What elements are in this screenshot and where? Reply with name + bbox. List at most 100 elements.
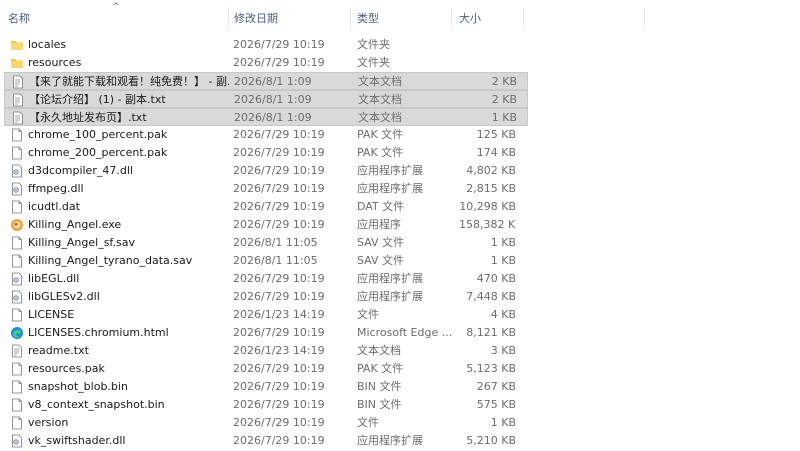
file-date: 2026/8/1 1:09 — [234, 75, 312, 88]
file-name: LICENSES.chromium.html — [28, 326, 169, 339]
file-size: 470 KB — [476, 272, 516, 285]
file-type: 应用程序扩展 — [357, 182, 423, 195]
column-header-date[interactable]: 修改日期 — [226, 0, 350, 36]
file-date: 2026/7/29 10:19 — [233, 416, 325, 429]
file-icon — [10, 398, 24, 412]
edge-icon — [10, 326, 24, 340]
file-type: PAK 文件 — [357, 128, 404, 141]
file-row[interactable]: resources.pak 2026/7/29 10:19 PAK 文件 5,123 … — [4, 360, 528, 378]
file-icon — [10, 362, 24, 376]
text-file-icon — [10, 344, 24, 358]
file-name: ffmpeg.dll — [28, 182, 84, 195]
file-type: 应用程序扩展 — [357, 290, 423, 303]
file-type: 文件夹 — [357, 56, 390, 69]
column-header-name[interactable]: 名称 — [0, 0, 228, 36]
file-date: 2026/7/29 10:19 — [233, 38, 325, 51]
file-type: BIN 文件 — [357, 398, 402, 411]
file-row[interactable]: 【来了就能下载和观看！纯免费！】 - 副... 2026/8/1 1:09 文本文档… — [4, 72, 528, 90]
column-header-bar: ^ 名称 修改日期 类型 大小 — [0, 0, 800, 36]
file-row[interactable]: LICENSES.chromium.html 2026/7/29 10:19 Mic… — [4, 324, 528, 342]
file-size: 125 KB — [476, 128, 516, 141]
file-type: 文本文档 — [358, 111, 402, 124]
file-name: v8_context_snapshot.bin — [28, 398, 165, 411]
file-row[interactable]: vk_swiftshader.dll 2026/7/29 10:19 应用程序扩展 5… — [4, 432, 528, 450]
dll-icon — [10, 290, 24, 304]
file-name: locales — [28, 38, 67, 51]
file-row[interactable]: Killing_Angel_sf.sav 2026/8/1 11:05 SAV 文件… — [4, 234, 528, 252]
file-name: resources — [28, 56, 82, 69]
file-type: 文本文档 — [358, 75, 402, 88]
column-divider[interactable] — [523, 8, 524, 30]
file-date: 2026/7/29 10:19 — [233, 398, 325, 411]
file-type: PAK 文件 — [357, 362, 404, 375]
file-date: 2026/7/29 10:19 — [233, 128, 325, 141]
file-row[interactable]: d3dcompiler_47.dll 2026/7/29 10:19 应用程序扩展 4… — [4, 162, 528, 180]
dll-icon — [10, 182, 24, 196]
file-name: version — [28, 416, 69, 429]
file-row[interactable]: snapshot_blob.bin 2026/7/29 10:19 BIN 文件 26… — [4, 378, 528, 396]
file-date: 2026/1/23 14:19 — [233, 308, 325, 321]
file-date: 2026/7/29 10:19 — [233, 182, 325, 195]
file-row[interactable]: chrome_200_percent.pak 2026/7/29 10:19 PAK… — [4, 144, 528, 162]
file-row[interactable]: locales 2026/7/29 10:19 文件夹 — [4, 36, 528, 54]
file-row[interactable]: Killing_Angel_tyrano_data.sav 2026/8/1 11… — [4, 252, 528, 270]
file-size: 2,815 KB — [466, 182, 516, 195]
file-row[interactable]: LICENSE 2026/1/23 14:19 文件 4 KB — [4, 306, 528, 324]
file-name: vk_swiftshader.dll — [28, 434, 126, 447]
file-row[interactable]: icudtl.dat 2026/7/29 10:19 DAT 文件 10,298 KB — [4, 198, 528, 216]
file-date: 2026/7/29 10:19 — [233, 434, 325, 447]
file-type: 文件 — [357, 416, 379, 429]
file-name: 【来了就能下载和观看！纯免费！】 - 副... — [29, 75, 229, 88]
file-type: SAV 文件 — [357, 236, 405, 249]
file-name: libEGL.dll — [28, 272, 80, 285]
column-header-size[interactable]: 大小 — [451, 0, 523, 36]
file-size: 267 KB — [476, 380, 516, 393]
file-name: 【论坛介绍】 (1) - 副本.txt — [29, 93, 166, 106]
file-date: 2026/7/29 10:19 — [233, 218, 325, 231]
file-name: readme.txt — [28, 344, 89, 357]
file-row[interactable]: ffmpeg.dll 2026/7/29 10:19 应用程序扩展 2,815 KB — [4, 180, 528, 198]
file-icon — [10, 128, 24, 142]
column-header-type[interactable]: 类型 — [349, 0, 451, 36]
file-name: Killing_Angel_sf.sav — [28, 236, 135, 249]
file-size: 10,298 KB — [459, 200, 516, 213]
file-row[interactable]: chrome_100_percent.pak 2026/7/29 10:19 PAK… — [4, 126, 528, 144]
file-type: 文本文档 — [357, 344, 401, 357]
file-icon — [10, 146, 24, 160]
file-name: LICENSE — [28, 308, 75, 321]
file-row[interactable]: v8_context_snapshot.bin 2026/7/29 10:19 BI… — [4, 396, 528, 414]
file-name: 【永久地址发布页】.txt — [29, 111, 147, 124]
file-date: 2026/8/1 11:05 — [233, 236, 318, 249]
file-row[interactable]: readme.txt 2026/1/23 14:19 文本文档 3 KB — [4, 342, 528, 360]
file-type: SAV 文件 — [357, 254, 405, 267]
file-size: 158,382 KB — [459, 218, 516, 231]
file-icon — [10, 254, 24, 268]
file-row[interactable]: libEGL.dll 2026/7/29 10:19 应用程序扩展 470 KB — [4, 270, 528, 288]
file-name: chrome_100_percent.pak — [28, 128, 168, 141]
file-row[interactable]: libGLESv2.dll 2026/7/29 10:19 应用程序扩展 7,448 … — [4, 288, 528, 306]
file-date: 2026/7/29 10:19 — [233, 200, 325, 213]
file-row[interactable]: 【永久地址发布页】.txt 2026/8/1 1:09 文本文档 1 KB — [4, 108, 528, 126]
file-size: 3 KB — [490, 344, 516, 357]
file-size: 5,210 KB — [466, 434, 516, 447]
file-row[interactable]: Killing_Angel.exe 2026/7/29 10:19 应用程序 158,… — [4, 216, 528, 234]
file-icon — [10, 308, 24, 322]
file-date: 2026/7/29 10:19 — [233, 272, 325, 285]
file-size: 575 KB — [476, 398, 516, 411]
folder-icon — [10, 38, 24, 52]
file-size — [459, 54, 516, 72]
file-row[interactable]: 【论坛介绍】 (1) - 副本.txt 2026/8/1 1:09 文本文档 2 KB — [4, 90, 528, 108]
file-type: 文件夹 — [357, 38, 390, 51]
file-row[interactable]: resources 2026/7/29 10:19 文件夹 — [4, 54, 528, 72]
file-date: 2026/7/29 10:19 — [233, 290, 325, 303]
file-row[interactable]: version 2026/7/29 10:19 文件 1 KB — [4, 414, 528, 432]
file-date: 2026/7/29 10:19 — [233, 164, 325, 177]
file-type: DAT 文件 — [357, 200, 405, 213]
dll-icon — [10, 272, 24, 286]
file-date: 2026/7/29 10:19 — [233, 326, 325, 339]
file-size: 4,802 KB — [466, 164, 516, 177]
folder-icon — [10, 56, 24, 70]
file-size: 2 KB — [491, 75, 517, 88]
column-divider[interactable] — [644, 8, 645, 30]
text-file-icon — [11, 93, 25, 107]
